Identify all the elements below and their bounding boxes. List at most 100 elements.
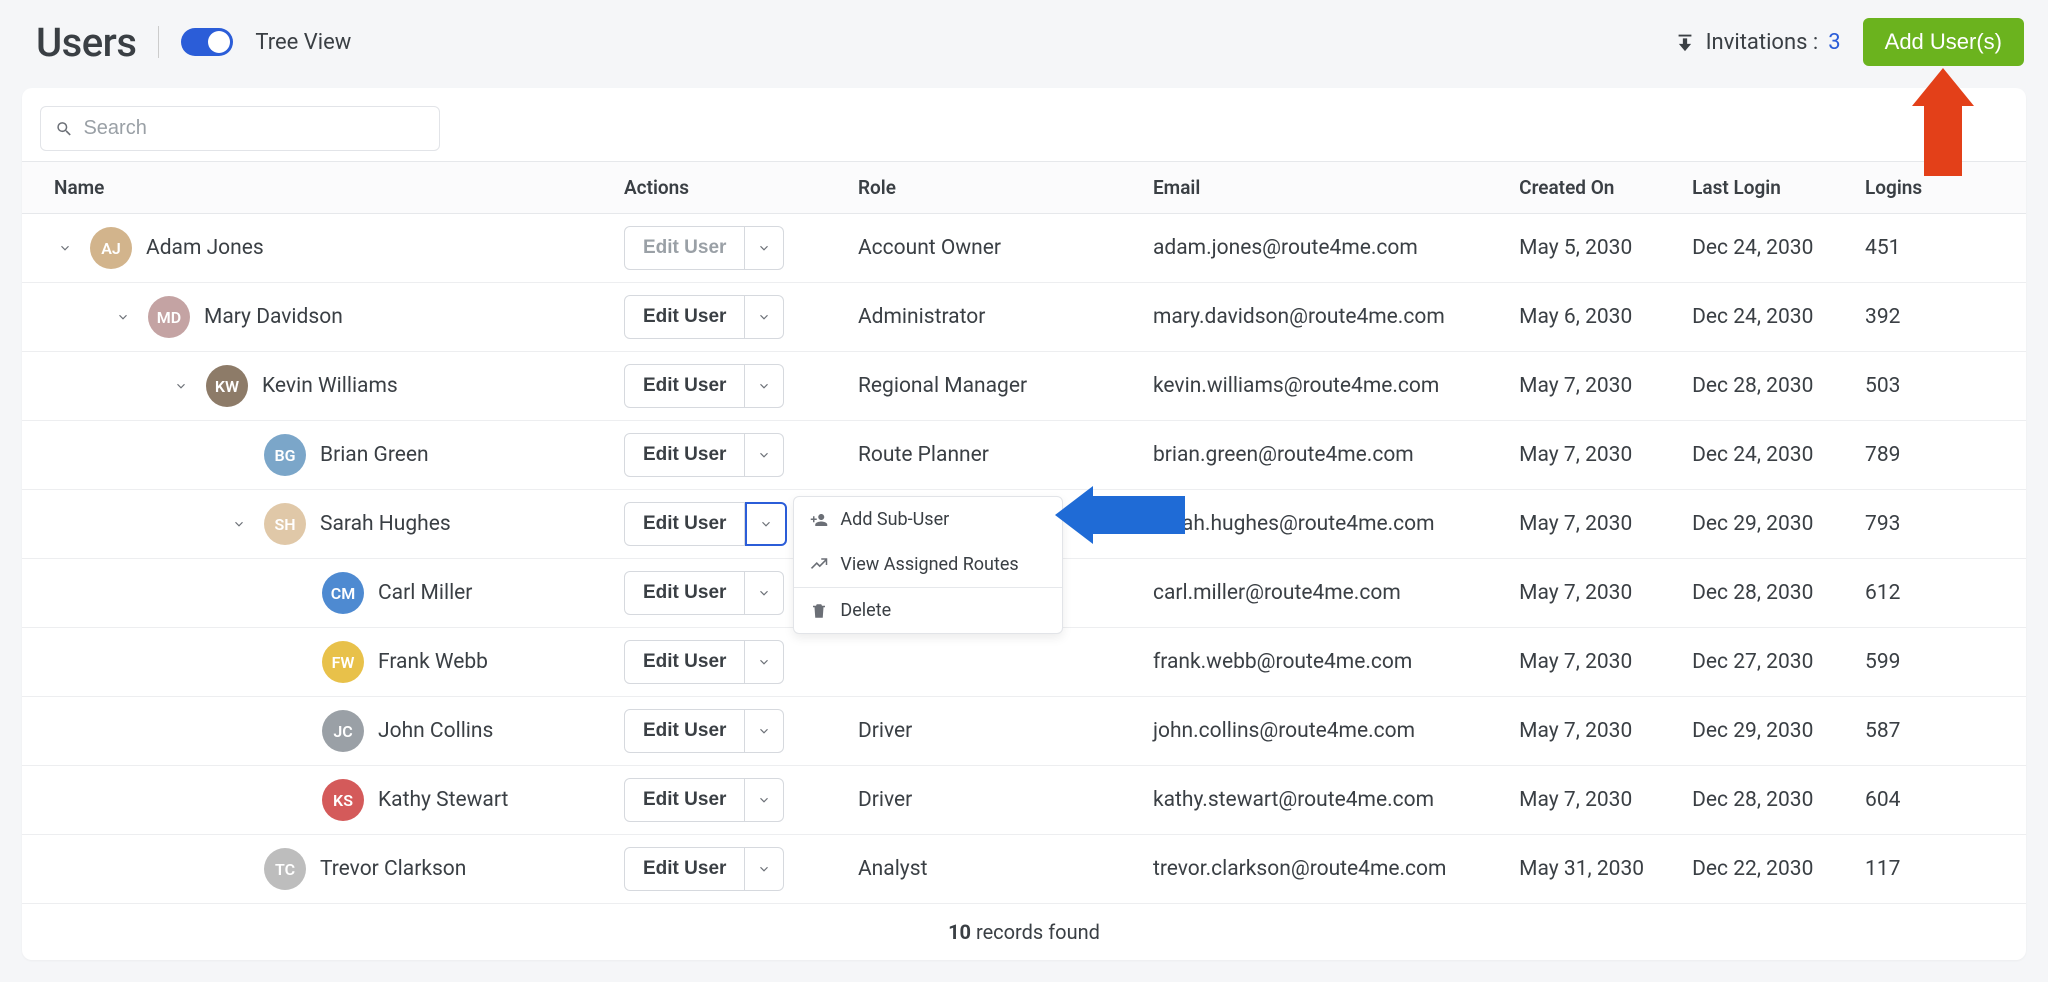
chevron-down-icon [757, 793, 771, 807]
avatar: KW [206, 365, 248, 407]
dropdown-delete-label: Delete [840, 600, 891, 621]
cell-last_login: Dec 29, 2030 [1680, 697, 1853, 766]
page-header: Users Tree View Invitations : 3 Add User… [0, 0, 2048, 84]
cell-role [846, 628, 1141, 697]
table-row: TCTrevor ClarksonEdit UserAnalysttrevor.… [22, 835, 2026, 904]
row-actions-dropdown-button[interactable] [745, 502, 787, 546]
row-actions-dropdown-button[interactable] [745, 226, 784, 270]
table-row: AJAdam JonesEdit UserAccount Owneradam.j… [22, 214, 2026, 283]
cell-role: Driver [846, 697, 1141, 766]
edit-user-button[interactable]: Edit User [624, 433, 745, 477]
cell-created: May 7, 2030 [1507, 559, 1680, 628]
edit-user-button[interactable]: Edit User [624, 778, 745, 822]
edit-user-button[interactable]: Edit User [624, 640, 745, 684]
cell-created: May 6, 2030 [1507, 283, 1680, 352]
cell-email: john.collins@route4me.com [1141, 697, 1507, 766]
avatar: FW [322, 641, 364, 683]
cell-created: May 7, 2030 [1507, 697, 1680, 766]
expand-chevron-icon [286, 651, 308, 673]
records-label: records found [971, 920, 1100, 944]
title-divider [158, 26, 159, 58]
cell-logins: 451 [1853, 214, 2026, 283]
avatar: KS [322, 779, 364, 821]
row-actions-dropdown-button[interactable] [745, 778, 784, 822]
user-name: Frank Webb [378, 650, 488, 674]
dropdown-add-sub-user-label: Add Sub-User [840, 509, 949, 530]
edit-user-button[interactable]: Edit User [624, 364, 745, 408]
edit-user-button[interactable]: Edit User [624, 295, 745, 339]
cell-email: kathy.stewart@route4me.com [1141, 766, 1507, 835]
add-user-button[interactable]: Add User(s) [1863, 18, 2024, 66]
cell-role: Regional Manager [846, 352, 1141, 421]
dropdown-view-routes[interactable]: View Assigned Routes [794, 542, 1062, 587]
cell-last_login: Dec 28, 2030 [1680, 559, 1853, 628]
col-name: Name [22, 162, 612, 214]
avatar: BG [264, 434, 306, 476]
avatar: JC [322, 710, 364, 752]
search-input-wrap [40, 106, 440, 151]
avatar: CM [322, 572, 364, 614]
row-actions-dropdown-button[interactable] [745, 847, 784, 891]
dropdown-view-routes-label: View Assigned Routes [840, 554, 1018, 575]
edit-user-button[interactable]: Edit User [624, 502, 745, 546]
row-actions-dropdown-button[interactable] [745, 433, 784, 477]
table-row: BGBrian GreenEdit UserRoute Plannerbrian… [22, 421, 2026, 490]
cell-role: Route Planner [846, 421, 1141, 490]
search-icon [55, 119, 73, 139]
cell-created: May 7, 2030 [1507, 766, 1680, 835]
table-row: FWFrank WebbEdit Userfrank.webb@route4me… [22, 628, 2026, 697]
cell-created: May 5, 2030 [1507, 214, 1680, 283]
row-actions-dropdown-button[interactable] [745, 640, 784, 684]
invitations-count: 3 [1828, 30, 1840, 55]
table-row: KS Kathy Stewart Edit User Driverkathy.stew… [22, 766, 2026, 835]
expand-chevron-icon[interactable] [54, 237, 76, 259]
cell-created: May 7, 2030 [1507, 352, 1680, 421]
table-row: JCJohn CollinsEdit UserDriverjohn.collin… [22, 697, 2026, 766]
row-actions-dropdown-button[interactable] [745, 571, 784, 615]
avatar: AJ [90, 227, 132, 269]
table-header-row: Name Actions Role Email Created On Last … [22, 162, 2026, 214]
user-name: Kathy Stewart [378, 788, 508, 812]
annotation-arrow-red [1912, 68, 1974, 176]
chevron-down-icon [757, 586, 771, 600]
edit-user-button[interactable]: Edit User [624, 847, 745, 891]
records-count: 10 [948, 920, 971, 944]
cell-logins: 793 [1853, 490, 2026, 559]
cell-role: Driver [846, 766, 1141, 835]
cell-email: carl.miller@route4me.com [1141, 559, 1507, 628]
avatar: SH [264, 503, 306, 545]
tree-view-toggle[interactable] [181, 28, 233, 56]
invitations-link[interactable]: Invitations : 3 [1674, 30, 1841, 55]
expand-chevron-icon [286, 720, 308, 742]
dropdown-delete[interactable]: Delete [794, 588, 1062, 633]
chevron-down-icon [757, 724, 771, 738]
cell-email: adam.jones@route4me.com [1141, 214, 1507, 283]
cell-created: May 7, 2030 [1507, 628, 1680, 697]
dropdown-add-sub-user[interactable]: Add Sub-User [794, 497, 1062, 542]
chevron-down-icon [757, 310, 771, 324]
search-input[interactable] [83, 117, 425, 140]
cell-logins: 587 [1853, 697, 2026, 766]
edit-user-button[interactable]: Edit User [624, 571, 745, 615]
users-panel: Name Actions Role Email Created On Last … [22, 88, 2026, 960]
row-actions-dropdown: Add Sub-User View Assigned Routes Delete [793, 496, 1063, 634]
user-name: Adam Jones [146, 236, 264, 260]
expand-chevron-icon[interactable] [228, 513, 250, 535]
tree-view-label: Tree View [255, 30, 351, 55]
cell-logins: 392 [1853, 283, 2026, 352]
row-actions-dropdown-button[interactable] [745, 295, 784, 339]
cell-email: brian.green@route4me.com [1141, 421, 1507, 490]
add-user-icon [810, 511, 828, 529]
cell-logins: 604 [1853, 766, 2026, 835]
cell-role: Analyst [846, 835, 1141, 904]
cell-last_login: Dec 22, 2030 [1680, 835, 1853, 904]
cell-logins: 117 [1853, 835, 2026, 904]
chevron-down-icon [757, 241, 771, 255]
edit-user-button[interactable]: Edit User [624, 709, 745, 753]
edit-user-button[interactable]: Edit User [624, 226, 745, 270]
expand-chevron-icon[interactable] [112, 306, 134, 328]
table-row: KWKevin WilliamsEdit UserRegional Manage… [22, 352, 2026, 421]
row-actions-dropdown-button[interactable] [745, 364, 784, 408]
row-actions-dropdown-button[interactable] [745, 709, 784, 753]
expand-chevron-icon[interactable] [170, 375, 192, 397]
